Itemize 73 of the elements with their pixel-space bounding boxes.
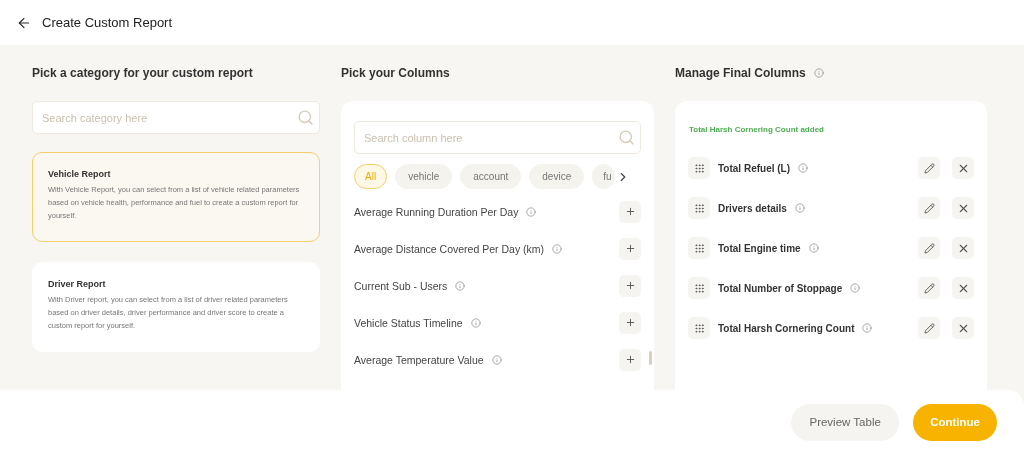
remove-button[interactable]: [952, 317, 974, 339]
remove-button[interactable]: [952, 277, 974, 299]
edit-button[interactable]: [918, 277, 940, 299]
add-button[interactable]: [619, 311, 641, 334]
remove-button[interactable]: [952, 197, 974, 219]
column-name: Current Sub - Users: [354, 279, 448, 292]
add-button[interactable]: [619, 274, 641, 297]
column-name: Total Number of Stoppage: [718, 282, 843, 294]
pencil-icon: [923, 322, 935, 334]
drag-handle[interactable]: [688, 237, 710, 259]
column-name: Average Running Duration Per Day: [354, 205, 519, 218]
info-icon: [862, 323, 873, 333]
info-icon: [794, 203, 805, 213]
info-icon: [552, 243, 563, 254]
info-icon: [798, 163, 809, 173]
edit-button[interactable]: [918, 317, 940, 339]
add-button[interactable]: [619, 200, 641, 223]
scrollbar-thumb[interactable]: [649, 351, 652, 365]
card-title: Vehicle Report: [48, 169, 112, 179]
plus-icon: [624, 243, 636, 254]
pencil-icon: [923, 242, 935, 254]
add-button[interactable]: [619, 237, 641, 260]
remove-button[interactable]: [952, 157, 974, 179]
plus-icon: [624, 354, 636, 365]
pencil-icon: [923, 202, 935, 214]
section-heading: Pick a category for your custom report: [32, 65, 254, 82]
search-icon: [297, 109, 314, 126]
search-icon: [618, 129, 635, 146]
filter-chip[interactable]: account: [460, 164, 522, 189]
search-field[interactable]: Search column here: [354, 121, 641, 154]
filter-chip[interactable]: device: [529, 164, 585, 189]
drag-handle[interactable]: [688, 197, 710, 219]
edit-button[interactable]: [918, 197, 940, 219]
info-icon: [850, 283, 861, 293]
drag-handle[interactable]: [688, 277, 710, 299]
grip-dots-icon: [693, 162, 705, 174]
add-button[interactable]: [619, 348, 641, 371]
column-name: Average Temperature Value: [354, 353, 484, 366]
filter-chip[interactable]: fu: [592, 164, 615, 189]
info-icon: [808, 243, 819, 253]
info-icon: [526, 206, 537, 217]
column-name: Drivers details: [718, 202, 787, 214]
grip-dots-icon: [693, 282, 705, 294]
section-title: Manage Final Columns: [675, 66, 806, 80]
column-name: Average Distance Covered Per Day (km): [354, 242, 545, 255]
plus-icon: [624, 280, 636, 291]
card-title: Driver Report: [48, 279, 107, 289]
grip-dots-icon: [693, 242, 705, 254]
edit-button[interactable]: [918, 157, 940, 179]
pencil-icon: [923, 162, 935, 174]
plus-icon: [624, 317, 636, 328]
column-name: Total Harsh Cornering Count: [718, 322, 855, 334]
info-icon: [813, 68, 824, 78]
info-icon: [455, 280, 466, 291]
info-icon: [491, 354, 502, 365]
page-title: Create Custom Report: [42, 15, 173, 30]
plus-icon: [624, 206, 636, 217]
preview-button[interactable]: Preview Table: [791, 403, 900, 441]
column-name: Vehicle Status Timeline: [354, 316, 463, 329]
search-field[interactable]: Search category here: [32, 101, 320, 134]
drag-handle[interactable]: [688, 317, 710, 339]
pencil-icon: [923, 282, 935, 294]
grip-dots-icon: [693, 202, 705, 214]
filter-chip[interactable]: vehicle: [395, 164, 453, 189]
drag-handle[interactable]: [688, 157, 710, 179]
added-notice: Total Harsh Cornering Count added: [689, 125, 825, 134]
remove-button[interactable]: [952, 237, 974, 259]
grip-dots-icon: [693, 322, 705, 334]
column-name: Total Engine time: [718, 242, 801, 254]
edit-button[interactable]: [918, 237, 940, 259]
section-heading: Pick your Columns: [341, 65, 451, 82]
column-name: Total Refuel (L): [718, 162, 791, 174]
info-icon: [470, 317, 481, 328]
